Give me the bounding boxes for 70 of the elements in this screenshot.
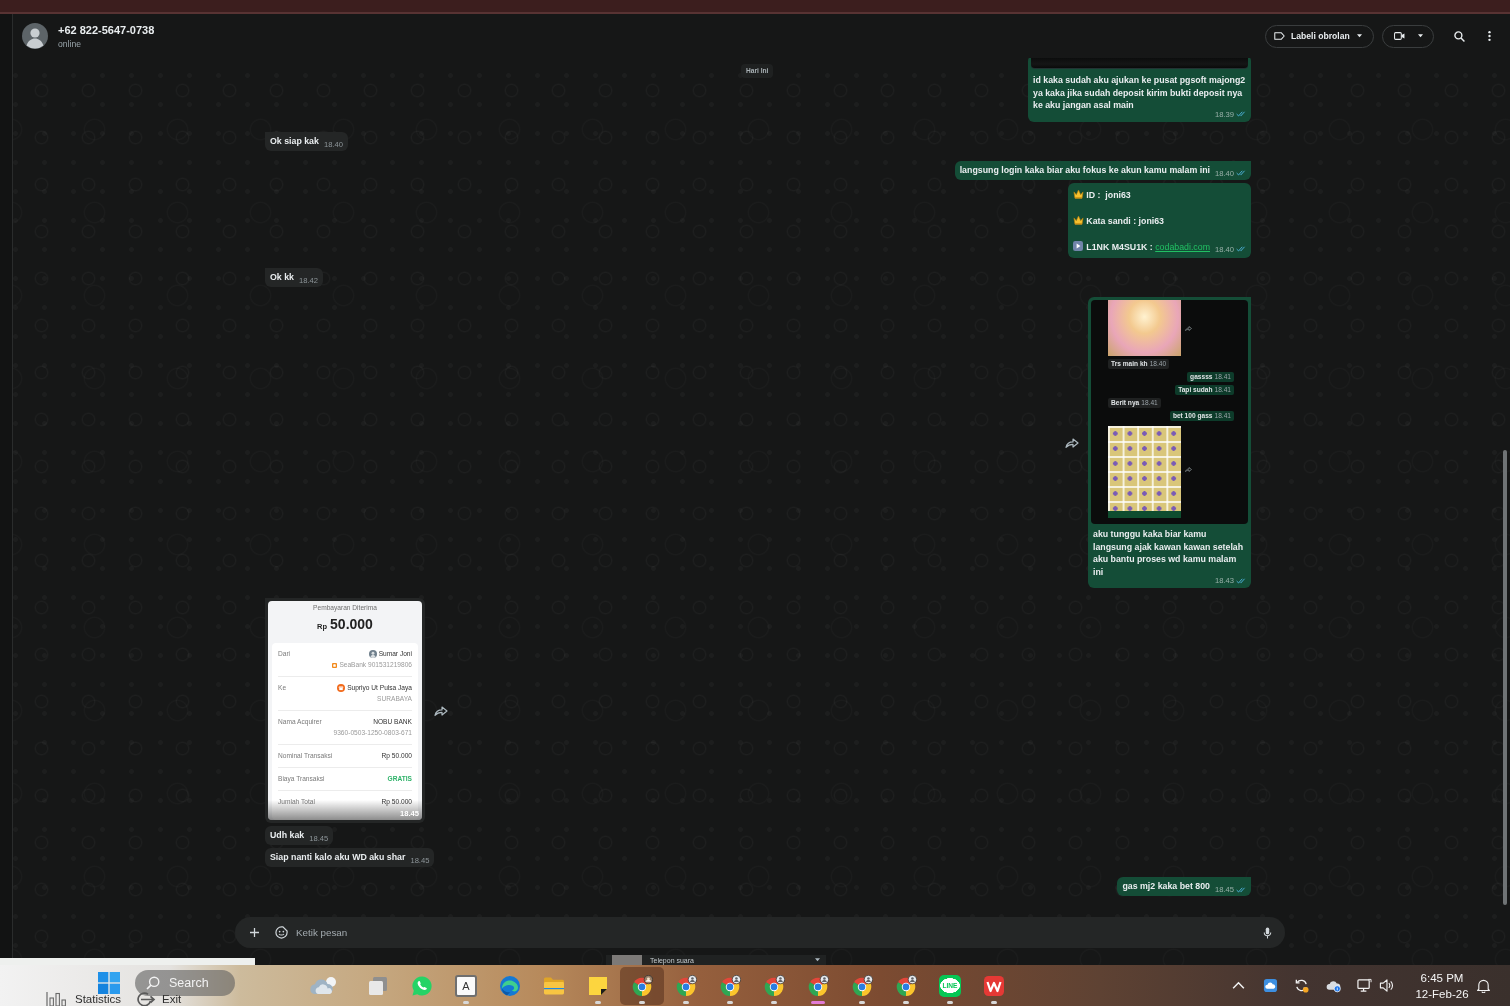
- play-icon: [1073, 240, 1084, 251]
- stacked-squares-icon: [367, 974, 389, 997]
- speaker-icon: [1378, 978, 1394, 993]
- clock-date: 12-Feb-26: [1415, 986, 1469, 1001]
- message-text: id kaka sudah aku ajukan ke pusat pgsoft majong2 ya kaka jika sudah deposit kirim bukti deposit nya ke aku jangan asal main: [1033, 74, 1246, 112]
- cloud-icon: [1325, 978, 1341, 993]
- message-text: langsung login kaka biar aku fokus ke akun kamu malam ini: [959, 164, 1210, 175]
- scrollbar-thumb[interactable]: [1503, 450, 1507, 905]
- contact-name[interactable]: +62 822-5647-0738: [58, 23, 155, 37]
- sync-icon: [1293, 978, 1309, 993]
- clock-button[interactable]: 6:45 PM 12-Feb-26: [1411, 970, 1473, 1001]
- search-icon: [146, 975, 160, 990]
- smiley-icon: [274, 926, 288, 939]
- browser-icon: [851, 974, 873, 997]
- link[interactable]: codabadi.com: [1155, 241, 1210, 252]
- search-icon: [1453, 30, 1465, 42]
- message-input[interactable]: Ketik pesan: [296, 923, 1251, 942]
- clock-time: 6:45 PM: [1420, 970, 1464, 985]
- plus-icon: [249, 928, 259, 937]
- video-camera-icon: [1394, 32, 1405, 40]
- browser-icon: [895, 974, 917, 997]
- avatar-icon[interactable]: [22, 23, 48, 49]
- caret-icon: [1356, 34, 1362, 38]
- forward-icon: [434, 705, 448, 716]
- browser-icon: [719, 974, 741, 997]
- amount-value: 50.000: [330, 617, 373, 631]
- photo-placeholder: [612, 955, 642, 965]
- phone-bubble-icon: [411, 974, 433, 997]
- message-text: aku tunggu kaka biar kamu langsung ajak kawan kawan setelah aku bantu proses wd kamu malam ini: [1093, 528, 1245, 578]
- message-text: gas mj2 kaka bet 800: [1122, 881, 1210, 891]
- message-text: Kata sandi : joni63: [1086, 215, 1164, 226]
- message-text: L1NK M4SU1K : codabadi.com: [1086, 241, 1210, 252]
- cloud-icon: [1262, 978, 1278, 993]
- app-logo: A: [455, 974, 477, 997]
- forward-icon: [1185, 325, 1192, 331]
- message-text: Udh kak: [270, 830, 305, 840]
- crown-icon: [1073, 214, 1085, 225]
- contact-status: online: [58, 38, 82, 49]
- microphone-icon: [1262, 926, 1272, 939]
- caret-icon: [815, 958, 820, 962]
- toolbar-button[interactable]: Statistics: [46, 992, 121, 1006]
- message-text: ID : joni63: [1086, 189, 1131, 200]
- bell-icon: [1475, 978, 1491, 993]
- swirl-icon: [499, 974, 521, 997]
- message-text: Ok kk: [270, 272, 294, 282]
- browser-icon: [807, 974, 829, 997]
- message-text: Siap nanti kalo aku WD aku shar: [270, 852, 406, 862]
- browser-icon: [763, 974, 785, 997]
- zigzag-icon: [983, 974, 1005, 997]
- sticky-note-icon: [587, 974, 609, 997]
- forward-icon: [1065, 437, 1079, 448]
- four-squares-icon: [98, 972, 120, 994]
- taskbar-button[interactable]: [620, 966, 664, 1005]
- bank-icon: [332, 662, 338, 668]
- browser-icon: [631, 974, 653, 997]
- message-text: Ok siap kak: [270, 135, 319, 146]
- more-icon: [1487, 31, 1491, 41]
- forward-icon: [1185, 467, 1192, 472]
- forward-button[interactable]: [433, 704, 449, 717]
- monitor-icon: [1356, 978, 1372, 993]
- browser-icon: [675, 974, 697, 997]
- sticker-button[interactable]: [273, 924, 289, 941]
- crown-icon: [1073, 188, 1085, 199]
- caret-icon: [1418, 34, 1423, 38]
- store-icon: [337, 684, 346, 692]
- tag-icon: [1274, 32, 1285, 40]
- avatar-icon: [368, 650, 377, 658]
- message-composer[interactable]: Ketik pesan: [235, 917, 1285, 948]
- taskbar-button[interactable]: A: [444, 966, 488, 1005]
- forward-button[interactable]: [1064, 436, 1080, 449]
